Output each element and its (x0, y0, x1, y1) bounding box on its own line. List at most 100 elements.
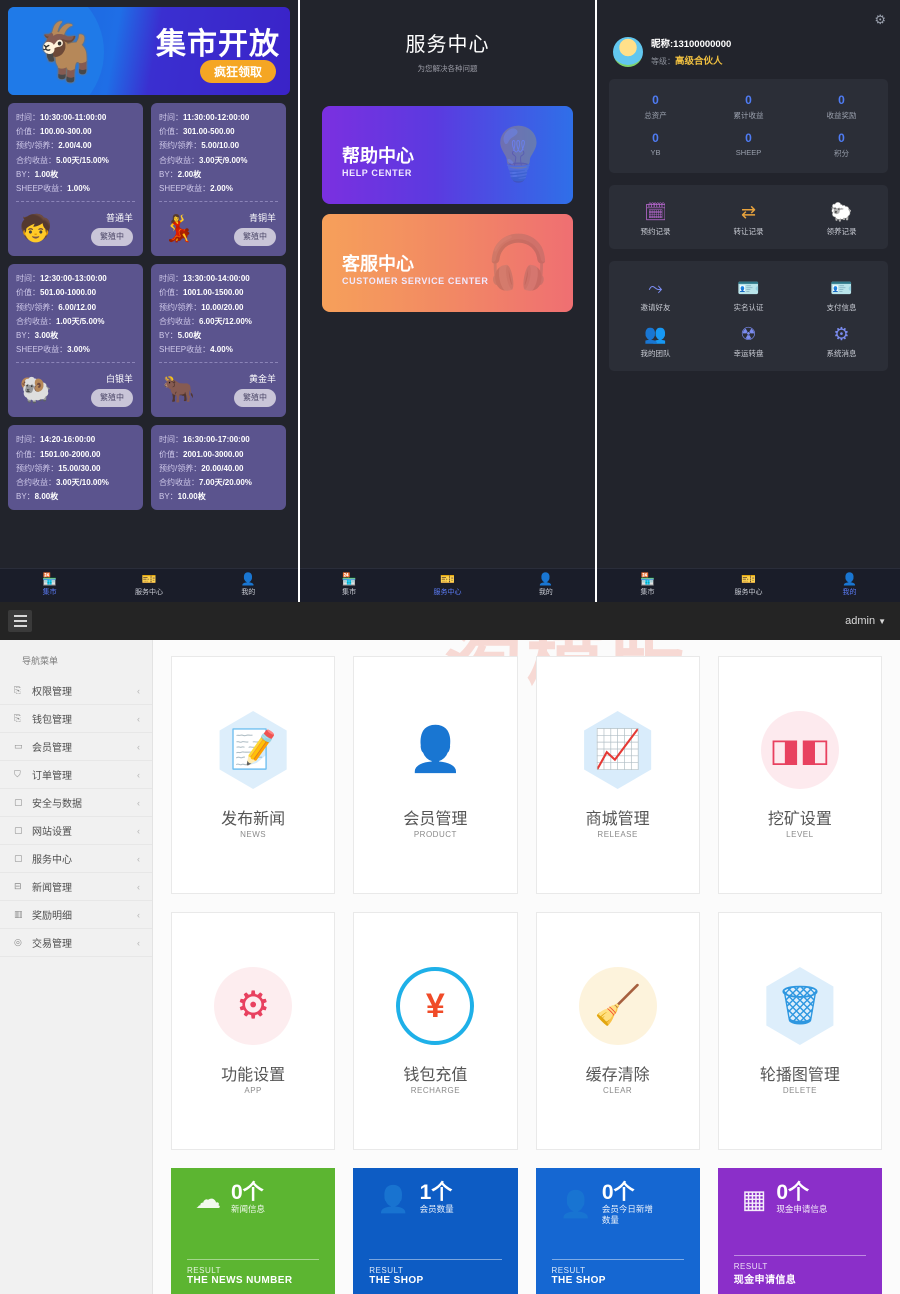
stat-tile-result: RESULT (369, 1266, 404, 1275)
person-icon: 👤 (538, 572, 554, 586)
hamburger-menu-icon[interactable] (8, 610, 32, 632)
sidebar-item-transactions[interactable]: ◎ 交易管理 ‹ (0, 929, 152, 957)
stat-tile-sub: 新闻信息 (231, 1204, 266, 1214)
service-title: 服务中心 (405, 34, 490, 56)
sidebar-item-site-settings[interactable]: ▢ 网站设置 ‹ (0, 817, 152, 845)
stats-row-1: 0 总资产 0 累计收益 0 收益奖励 (609, 89, 888, 127)
user-level-value: 高级合伙人 (675, 56, 723, 67)
card-by-value: 8.00枚 (34, 492, 59, 502)
tab-market[interactable]: 🏪 集市 (0, 569, 99, 602)
sidebar-item-wallet[interactable]: ⎘ 钱包管理 ‹ (0, 705, 152, 733)
market-card[interactable]: 时间：12:30:00-13:00:00 价值：501.00-1000.00 预… (8, 264, 143, 418)
person-icon: 👤 (559, 1189, 592, 1219)
user-card-icon: ▭ (14, 741, 23, 751)
gear-icon[interactable]: ⚙ (874, 12, 886, 28)
tile-cache-clear[interactable]: 🧹 缓存清除 CLEAR (535, 912, 700, 1150)
user-profile-header[interactable]: 昵称:13100000000 等级：高级合伙人 (597, 0, 900, 67)
help-center-card[interactable]: 帮助中心 HELP CENTER 💡 (322, 106, 573, 204)
market-card[interactable]: 时间：14:20-16:00:00 价值：1501.00-2000.00 预约/… (8, 425, 143, 511)
sidebar-item-orders[interactable]: ⛉ 订单管理 ‹ (0, 761, 152, 789)
stat-total-assets[interactable]: 0 总资产 (609, 89, 702, 127)
tile-mall-management[interactable]: 📈 商城管理 RELEASE (535, 656, 700, 894)
card-sheep-name: 白银羊 (105, 373, 133, 384)
menu-label: 系统消息 (826, 349, 857, 358)
sidebar-item-rewards[interactable]: ▥ 奖励明细 ‹ (0, 901, 152, 929)
card-by-value: 1.00枚 (34, 169, 59, 179)
tab-service[interactable]: 🎫 服务中心 (398, 569, 496, 602)
market-banner[interactable]: 🐐 集市开放 疯狂领取 (8, 7, 290, 95)
card-yield-value: 5.00天/15.00% (56, 155, 109, 165)
stat-tile-news-number[interactable]: ☁ 0个 新闻信息 RESULT THE NEWS NUMBER (171, 1168, 336, 1294)
tile-mining-settings[interactable]: ◨◧ 挖矿设置 LEVEL (717, 656, 882, 894)
card-footer: 🐂 黄金羊 繁殖中 (159, 367, 278, 411)
tile-publish-news[interactable]: 📝 发布新闻 NEWS (171, 656, 336, 894)
tile-function-settings[interactable]: ⚙ 功能设置 APP (171, 912, 336, 1150)
sidebar-item-service-center[interactable]: ▢ 服务中心 ‹ (0, 845, 152, 873)
tab-service[interactable]: 🎫 服务中心 (698, 569, 799, 602)
stat-yb[interactable]: 0 YB (609, 127, 702, 165)
tile-carousel-management[interactable]: 🗑 轮播图管理 DELETE (717, 912, 882, 1150)
market-card[interactable]: 时间：16:30:00-17:00:00 价值：2001.00-3000.00 … (151, 425, 286, 511)
cloud-icon: ☁ (195, 1183, 221, 1214)
sidebar-title: 导航菜单 (22, 656, 59, 666)
stat-total-earnings[interactable]: 0 累计收益 (702, 89, 795, 127)
market-card[interactable]: 时间：11:30:00-12:00:00 价值：301.00-500.00 预约… (151, 103, 286, 257)
admin-user-menu[interactable]: admin ▼ (845, 615, 886, 627)
tab-market[interactable]: 🏪 集市 (300, 569, 398, 602)
record-transfer[interactable]: ⇄ 转让记录 (702, 195, 795, 241)
sidebar-item-permissions[interactable]: ⎘ 权限管理 ‹ (0, 677, 152, 705)
stat-tile-member-count[interactable]: 👤 1个 会员数量 RESULT THE SHOP (353, 1168, 518, 1294)
sidebar-item-security-data[interactable]: ▢ 安全与数据 ‹ (0, 789, 152, 817)
stat-label: YB (650, 148, 661, 157)
menu-lucky-wheel[interactable]: ☢ 幸运转盘 (702, 317, 795, 363)
card-status-button[interactable]: 繁殖中 (91, 227, 133, 246)
menu-system-message[interactable]: ⚙ 系统消息 (795, 317, 888, 363)
sidebar-item-label: 网站设置 (32, 827, 72, 838)
sidebar-item-members[interactable]: ▭ 会员管理 ‹ (0, 733, 152, 761)
sheep-silver-icon: 🐏 (19, 374, 53, 405)
order-icon: ⛉ (14, 769, 21, 779)
banner-claim-button[interactable]: 疯狂领取 (199, 60, 276, 83)
card-by-value: 10.00枚 (177, 492, 206, 502)
record-booking[interactable]: 🗓 预约记录 (609, 195, 702, 241)
card-book-label: 预约/领养： (16, 463, 59, 473)
tile-member-management[interactable]: 👤 会员管理 PRODUCT (353, 656, 518, 894)
card-book-label: 预约/领养： (16, 302, 59, 312)
menu-real-name-auth[interactable]: 🪪 实名认证 (702, 271, 795, 317)
tab-mine[interactable]: 👤 我的 (799, 569, 900, 602)
stat-points[interactable]: 0 积分 (795, 127, 888, 165)
team-icon: 👥 (644, 324, 667, 344)
blocks-icon: ◨◧ (769, 732, 831, 768)
card-status-button[interactable]: 繁殖中 (91, 388, 133, 408)
menu-payment-info[interactable]: 🪪 支付信息 (795, 271, 888, 317)
record-adoption[interactable]: 🐑 领养记录 (795, 195, 888, 241)
stat-tile-cash-applications[interactable]: ▦ 0个 现金申请信息 RESULT 现金申请信息 (717, 1168, 882, 1294)
card-yield-label: 合约收益： (16, 155, 56, 165)
tab-service[interactable]: 🎫 服务中心 (99, 569, 198, 602)
stat-sheep[interactable]: 0 SHEEP (702, 127, 795, 165)
tile-wallet-recharge[interactable]: ¥ 钱包充值 RECHARGE (353, 912, 518, 1150)
tile-subtitle: PRODUCT (413, 830, 457, 839)
stat-label: 累计收益 (733, 111, 764, 120)
stat-tile-name: THE SHOP (551, 1275, 606, 1286)
stat-earnings-reward[interactable]: 0 收益奖励 (795, 89, 888, 127)
customer-service-card[interactable]: 客服中心 CUSTOMER SERVICE CENTER 🎧 (322, 214, 573, 312)
menu-invite-friends[interactable]: ⤳ 邀请好友 (609, 271, 702, 317)
tab-mine[interactable]: 👤 我的 (199, 569, 298, 602)
card-by-label: BY： (159, 492, 178, 502)
menu-label: 邀请好友 (640, 303, 671, 312)
admin-user-label: admin (845, 615, 876, 627)
shop-icon: 🏪 (42, 572, 58, 586)
sidebar-item-news[interactable]: ⊟ 新闻管理 ‹ (0, 873, 152, 901)
card-by-label: BY： (16, 492, 35, 502)
card-status-button[interactable]: 繁殖中 (234, 227, 276, 246)
market-card[interactable]: 时间：10:30:00-11:00:00 价值：100.00-300.00 预约… (8, 103, 143, 257)
market-card[interactable]: 时间：13:30:00-14:00:00 价值：1001.00-1500.00 … (151, 264, 286, 418)
tab-mine[interactable]: 👤 我的 (497, 569, 595, 602)
customer-service-title: 客服中心 (342, 254, 414, 274)
card-status-button[interactable]: 繁殖中 (234, 388, 276, 408)
tab-market[interactable]: 🏪 集市 (597, 569, 698, 602)
menu-my-team[interactable]: 👥 我的团队 (609, 317, 702, 363)
card-value-value: 501.00-1000.00 (40, 288, 97, 298)
stat-tile-member-today[interactable]: 👤 0个 会员今日新增数量 RESULT THE SHOP (535, 1168, 700, 1294)
